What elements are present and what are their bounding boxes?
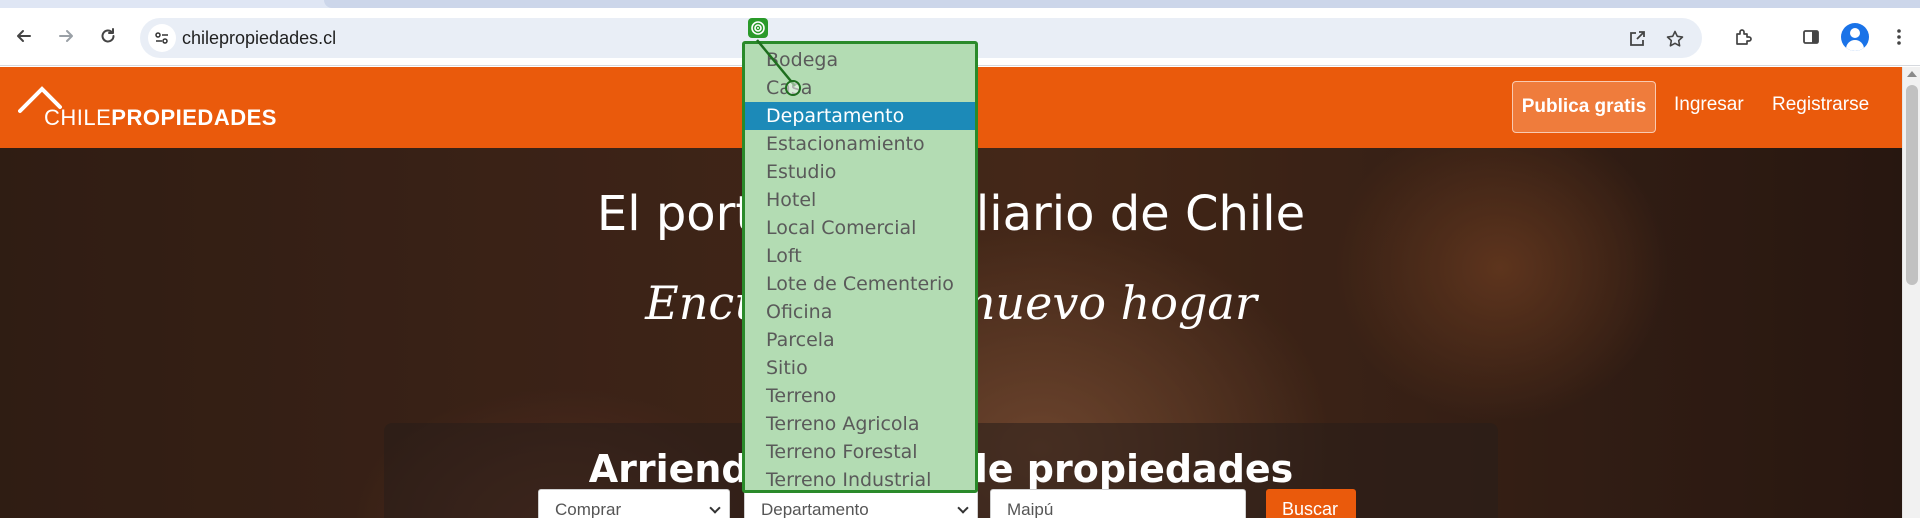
dropdown-option[interactable]: Terreno: [745, 382, 975, 410]
property-type-select[interactable]: Departamento: [744, 489, 978, 518]
scrollbar-thumb[interactable]: [1906, 85, 1918, 285]
site-logo[interactable]: CHILEPROPIEDADES: [18, 85, 278, 135]
dropdown-option[interactable]: Estudio: [745, 158, 975, 186]
dropdown-option[interactable]: Lote de Cementerio: [745, 270, 975, 298]
location-input-value: Maipú: [1007, 500, 1054, 518]
operation-select[interactable]: Comprar: [538, 489, 730, 518]
publish-free-button[interactable]: Publica gratis: [1512, 81, 1656, 133]
profile-button[interactable]: [1841, 23, 1869, 51]
register-link[interactable]: Registrarse: [1772, 94, 1869, 116]
dropdown-option[interactable]: Terreno Forestal: [745, 438, 975, 466]
dropdown-option[interactable]: Estacionamiento: [745, 130, 975, 158]
dropdown-option[interactable]: Departamento: [745, 102, 975, 130]
login-link[interactable]: Ingresar: [1674, 94, 1744, 116]
active-tab-edge[interactable]: [324, 0, 1920, 8]
operation-select-value: Comprar: [555, 500, 622, 518]
chevron-down-icon: [709, 502, 721, 514]
search-button[interactable]: Buscar: [1266, 489, 1356, 518]
dropdown-option[interactable]: Loft: [745, 242, 975, 270]
forward-arrow-icon: [59, 30, 73, 42]
scroll-up-arrow-icon[interactable]: [1907, 71, 1917, 77]
pointer-target-icon: [785, 80, 801, 96]
dropdown-option[interactable]: Sitio: [745, 354, 975, 382]
page-scrollbar[interactable]: [1902, 67, 1920, 518]
bookmark-button[interactable]: [1662, 26, 1688, 52]
dropdown-option[interactable]: Terreno Industrial: [745, 466, 975, 490]
reload-icon: [101, 28, 115, 43]
menu-dots-icon: [1897, 29, 1901, 45]
reload-button[interactable]: [92, 20, 124, 52]
logo-text-chile: CHILE: [44, 105, 112, 130]
share-button[interactable]: [1624, 26, 1650, 52]
share-icon: [1630, 31, 1645, 46]
dropdown-option[interactable]: Oficina: [745, 298, 975, 326]
property-type-dropdown-list[interactable]: BodegaCasaDepartamentoEstacionamientoEst…: [742, 41, 978, 493]
site-info-icon: [155, 32, 168, 44]
back-arrow-icon: [17, 30, 31, 42]
selection-marker: [748, 18, 768, 38]
dropdown-option[interactable]: Local Comercial: [745, 214, 975, 242]
extensions-icon: [1736, 29, 1752, 45]
dropdown-option[interactable]: Terreno Agricola: [745, 410, 975, 438]
pointer-connector: [756, 39, 796, 87]
side-panel-icon: [1803, 30, 1819, 44]
site-info-button[interactable]: [148, 24, 176, 52]
side-panel-button[interactable]: [1796, 22, 1826, 52]
chevron-down-icon: [957, 502, 969, 514]
target-icon: [751, 21, 765, 35]
dropdown-option[interactable]: Parcela: [745, 326, 975, 354]
location-input[interactable]: Maipú: [990, 489, 1246, 518]
back-button[interactable]: [8, 20, 40, 52]
bookmark-star-icon: [1666, 30, 1684, 47]
property-type-select-value: Departamento: [761, 500, 869, 518]
forward-button[interactable]: [50, 20, 82, 52]
logo-text-propiedades: PROPIEDADES: [111, 105, 277, 130]
browser-menu-button[interactable]: [1884, 22, 1914, 52]
profile-icon: [1850, 28, 1860, 38]
dropdown-option[interactable]: Hotel: [745, 186, 975, 214]
extensions-button[interactable]: [1728, 22, 1758, 52]
url-text[interactable]: chilepropiedades.cl: [182, 28, 336, 49]
